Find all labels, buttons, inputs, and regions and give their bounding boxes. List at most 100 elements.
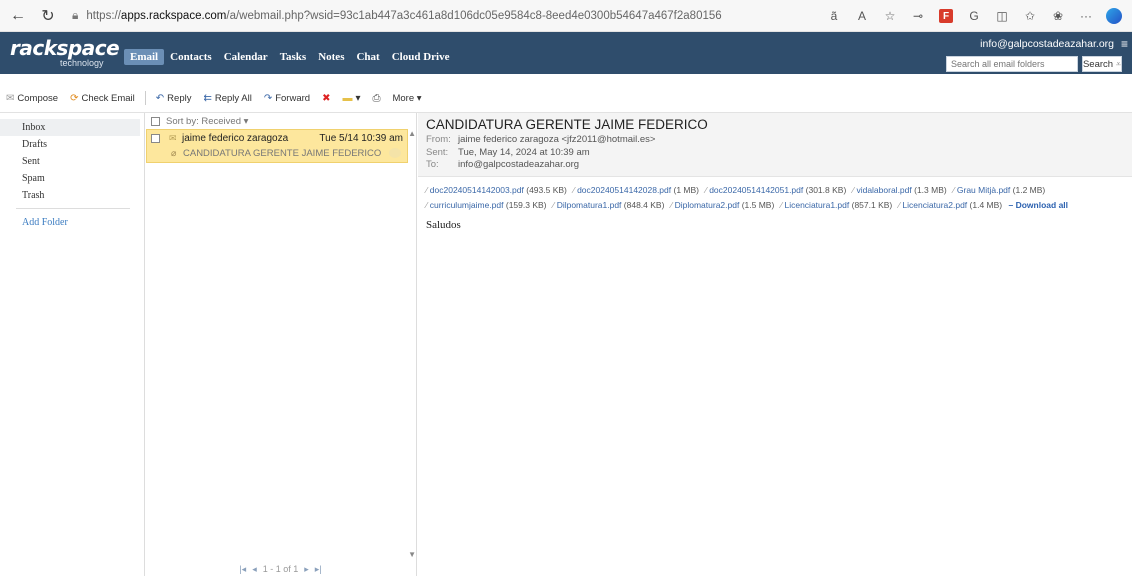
app-header: rackspace technology Email Contacts Cale…: [0, 32, 1132, 74]
attachment-size: (301.8 KB): [805, 185, 847, 195]
search-button[interactable]: Search ⩡: [1082, 56, 1122, 72]
url-prefix: https://: [86, 9, 121, 22]
attachment-size: (1 MB): [673, 185, 700, 195]
attachment-item[interactable]: ⁄ Licenciatura1.pdf (857.1 KB): [781, 200, 893, 210]
more-button[interactable]: More ▾: [386, 93, 427, 104]
from-label: From:: [426, 134, 451, 145]
favorites-icon[interactable]: ✩: [1018, 4, 1042, 28]
paperclip-icon: ⁄: [426, 200, 428, 210]
from-value[interactable]: jaime federico zaragoza <jfz2011@hotmail…: [458, 134, 655, 145]
nav-chat[interactable]: Chat: [350, 49, 385, 65]
more-label: More ▾: [392, 92, 422, 104]
print-button[interactable]: ⎙: [366, 93, 386, 104]
read-aloud-icon[interactable]: ã: [822, 4, 846, 28]
nav-tasks[interactable]: Tasks: [274, 49, 313, 65]
key-icon[interactable]: ⊸: [906, 4, 930, 28]
refresh-icon[interactable]: ↻: [36, 4, 60, 28]
nav-contacts[interactable]: Contacts: [164, 49, 218, 65]
attachment-item[interactable]: ⁄ Grau Mitjà.pdf (1.2 MB): [953, 185, 1045, 195]
attachment-item[interactable]: ⁄ doc20240514142028.pdf (1 MB): [573, 185, 699, 195]
flag-icon[interactable]: [389, 148, 401, 158]
attachment-size: (159.3 KB): [505, 200, 547, 210]
first-page-icon[interactable]: |◂: [239, 564, 246, 575]
nav-email[interactable]: Email: [124, 49, 165, 65]
attachment-item[interactable]: ⁄ Diplomatura2.pdf (1.5 MB): [671, 200, 775, 210]
back-arrow-icon[interactable]: ←: [6, 4, 30, 28]
add-folder-link[interactable]: Add Folder: [0, 213, 140, 232]
attachment-list: ⁄ doc20240514142003.pdf (493.5 KB) ⁄ doc…: [426, 183, 1126, 213]
compose-button[interactable]: ✉ Compose: [0, 93, 64, 104]
collections-icon[interactable]: ❀: [1046, 4, 1070, 28]
prev-page-icon[interactable]: ◂: [252, 564, 257, 575]
favorite-star-icon[interactable]: ☆: [878, 4, 902, 28]
more-menu-icon[interactable]: ···: [1074, 4, 1098, 28]
select-all-checkbox[interactable]: [151, 117, 160, 126]
message-list: Sort by: Received ▾ ✉ jaime federico zar…: [144, 113, 417, 576]
sort-bar: Sort by: Received ▾: [145, 113, 416, 130]
to-value[interactable]: info@galpcostadeazahar.org: [458, 159, 579, 170]
extension-g-icon[interactable]: G: [962, 4, 986, 28]
list-scrollbar[interactable]: ▲ ▼: [407, 129, 416, 559]
address-bar[interactable]: 🔒︎ https://apps.rackspace.com/a/webmail.…: [72, 4, 722, 28]
attachment-size: (1.3 MB): [914, 185, 947, 195]
folder-trash[interactable]: Trash: [0, 187, 140, 204]
attachment-name: vidalaboral.pdf: [856, 185, 912, 195]
pager: |◂ ◂ 1 - 1 of 1 ▸ ▸|: [145, 562, 416, 576]
nav-calendar[interactable]: Calendar: [218, 49, 274, 65]
url-path: /a/webmail.php?wsid=93c1ab447a3c461a8d10…: [226, 9, 722, 22]
search-dropdown-icon[interactable]: ⩡: [1116, 59, 1121, 70]
folder-pane: Inbox Drafts Sent Spam Trash Add Folder: [0, 113, 140, 576]
nav-notes[interactable]: Notes: [312, 49, 350, 65]
user-email[interactable]: info@galpcostadeazahar.org: [980, 38, 1114, 50]
move-folder-button[interactable]: ▬ ▾: [336, 93, 366, 104]
attachment-item[interactable]: ⁄ Licenciatura2.pdf (1.4 MB): [899, 200, 1003, 210]
from-line: From: jaime federico zaragoza <jfz2011@ho…: [426, 134, 1124, 147]
rackspace-logo: rackspace: [10, 36, 120, 60]
folder-drafts[interactable]: Drafts: [0, 136, 140, 153]
search-input[interactable]: [946, 56, 1078, 72]
attachment-item[interactable]: ⁄ Dilpomatura1.pdf (848.4 KB): [553, 200, 665, 210]
nav-cloud-drive[interactable]: Cloud Drive: [386, 49, 456, 65]
paperclip-icon: ⁄: [852, 185, 855, 195]
folder-inbox[interactable]: Inbox: [0, 119, 140, 136]
sent-label: Sent:: [426, 146, 449, 158]
attachment-item[interactable]: ⁄ vidalaboral.pdf (1.3 MB): [853, 185, 947, 195]
message-row[interactable]: ✉ jaime federico zaragoza Tue 5/14 10:39…: [146, 129, 408, 163]
mail-toolbar: ✉ Compose ⟳ Check Email ↶ Reply ⇇ Reply All …: [0, 88, 1132, 108]
next-page-icon[interactable]: ▸: [304, 564, 309, 575]
folder-sent[interactable]: Sent: [0, 153, 140, 170]
paperclip-icon: ⁄: [780, 200, 783, 210]
reply-all-label: Reply All: [214, 92, 252, 104]
attachment-name: Licenciatura1.pdf: [784, 200, 850, 210]
attachment-name: curriculumjaime.pdf: [429, 200, 504, 210]
toolbar-divider: [144, 91, 146, 105]
hamburger-menu-icon[interactable]: ≡: [1121, 37, 1128, 51]
attachment-item[interactable]: ⁄ doc20240514142003.pdf (493.5 KB): [426, 185, 567, 195]
delete-button[interactable]: ✖: [316, 93, 336, 104]
extension-red-icon[interactable]: F: [934, 4, 958, 28]
compose-label: Compose: [17, 92, 59, 104]
paperclip-icon: ⁄: [898, 200, 901, 210]
download-all-link[interactable]: – Download all: [1009, 200, 1069, 210]
text-size-icon[interactable]: A: [850, 4, 874, 28]
reply-button[interactable]: ↶ Reply: [150, 93, 198, 104]
reply-icon: ↶: [155, 92, 165, 104]
paperclip-icon: ⁄: [705, 185, 707, 195]
to-line: To: info@galpcostadeazahar.org: [426, 159, 1124, 172]
attachment-item[interactable]: ⁄ doc20240514142051.pdf (301.8 KB): [705, 185, 846, 195]
message-checkbox[interactable]: [151, 134, 160, 143]
check-email-button[interactable]: ⟳ Check Email: [64, 93, 141, 104]
paperclip-icon: ⁄: [426, 185, 428, 195]
compose-icon: ✉: [6, 92, 15, 104]
sort-dropdown[interactable]: Sort by: Received ▾: [166, 116, 248, 127]
forward-button[interactable]: ↷ Forward: [258, 93, 316, 104]
scroll-down-icon[interactable]: ▼: [408, 550, 416, 559]
reply-all-button[interactable]: ⇇ Reply All: [197, 93, 257, 104]
attachment-item[interactable]: ⁄ curriculumjaime.pdf (159.3 KB): [426, 200, 547, 210]
copilot-icon[interactable]: [1102, 4, 1126, 28]
lock-icon: 🔒︎: [72, 8, 79, 22]
split-screen-icon[interactable]: ◫: [990, 4, 1014, 28]
scroll-up-icon[interactable]: ▲: [408, 129, 416, 138]
last-page-icon[interactable]: ▸|: [315, 564, 322, 575]
folder-spam[interactable]: Spam: [0, 170, 140, 187]
